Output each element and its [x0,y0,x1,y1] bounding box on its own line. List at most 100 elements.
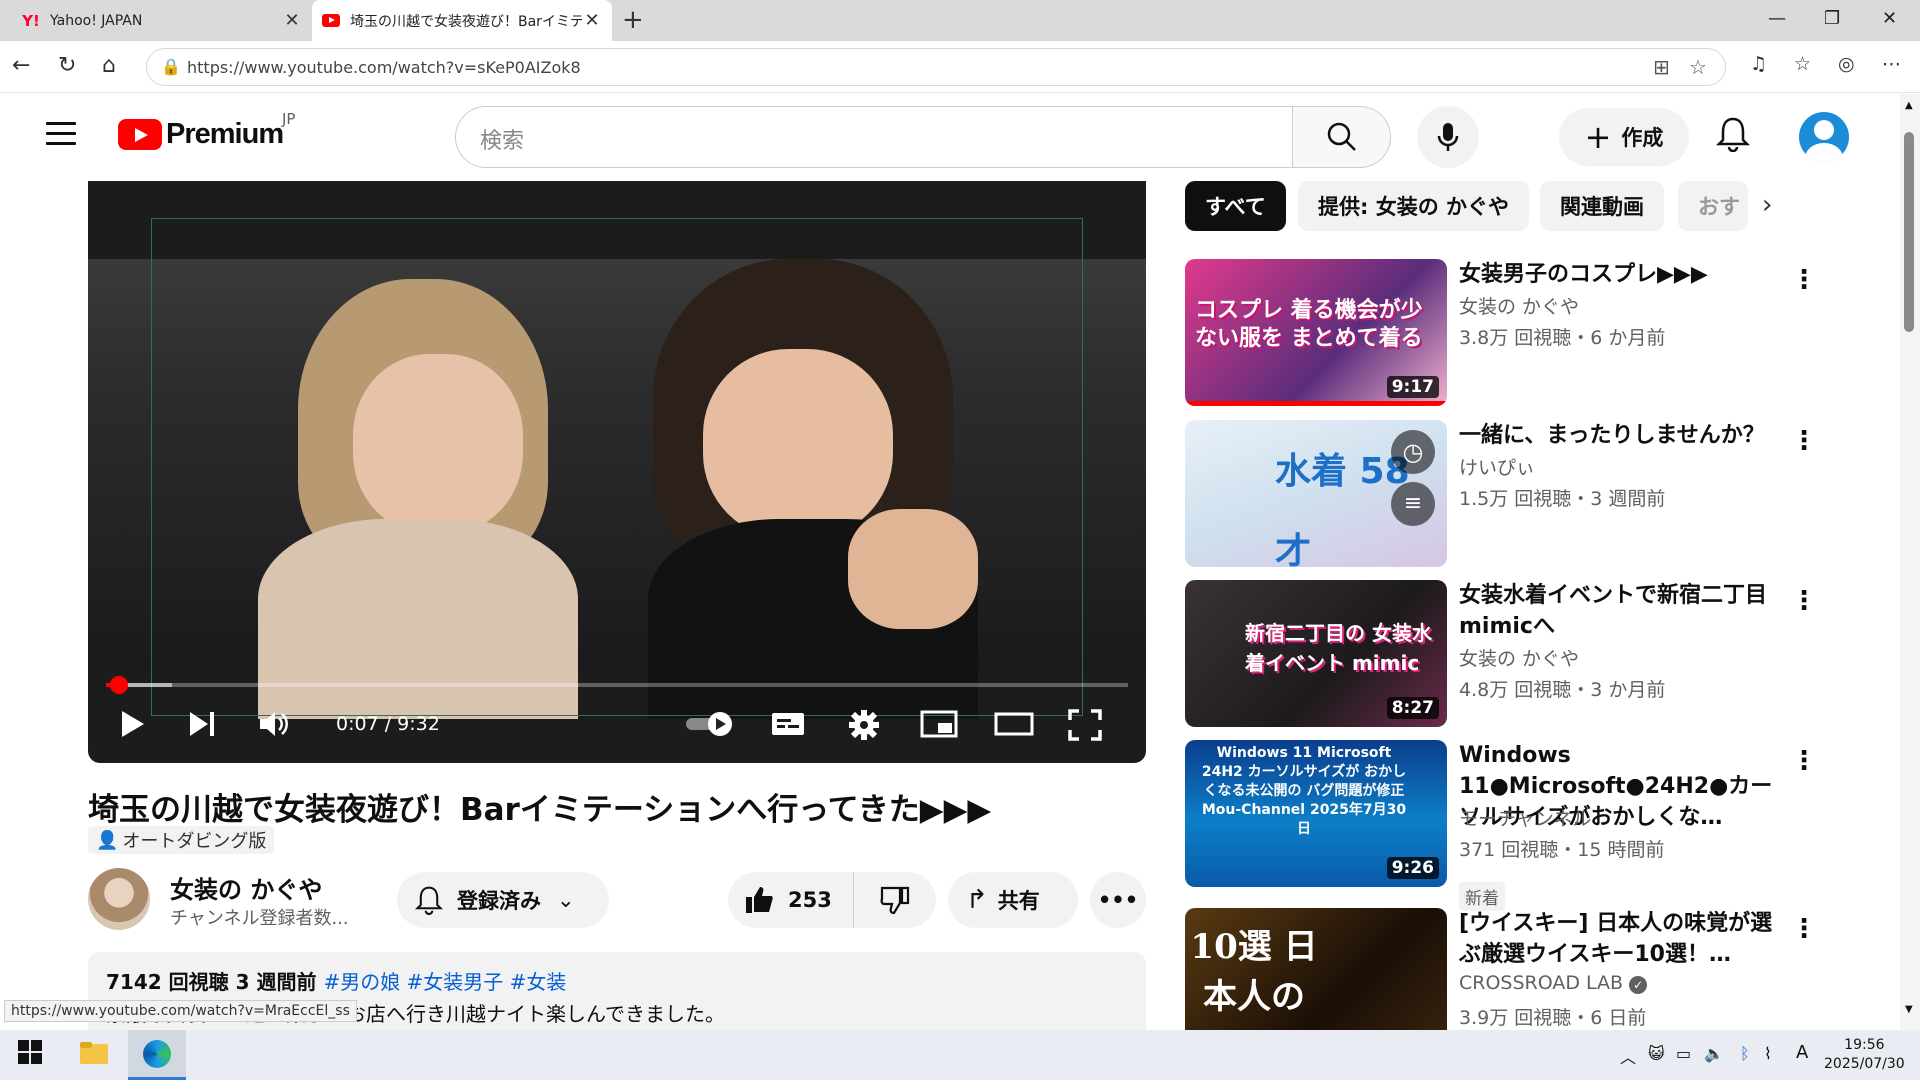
menu-icon[interactable] [46,122,76,145]
related-title[interactable]: 女装男子のコスプレ▶▶▶ [1459,259,1789,290]
search-input[interactable]: 検索 [455,106,1293,168]
miniplayer-button[interactable] [920,709,958,739]
subscribed-button[interactable]: 登録済み ⌄ [397,872,609,928]
more-vertical-icon[interactable]: ⋮ [1791,746,1817,776]
scroll-down-icon[interactable]: ▼ [1905,1004,1913,1015]
channel-avatar[interactable] [88,868,150,930]
like-button[interactable]: 253 [728,872,854,928]
chip-related[interactable]: 関連動画 [1540,181,1664,231]
close-tab-icon[interactable]: ✕ [282,10,302,31]
hashtags[interactable]: #男の娘 #女装男子 #女装 [323,970,566,994]
show-hidden-icons-icon[interactable]: ︿ [1620,1044,1636,1068]
url-text[interactable]: https://www.youtube.com/watch?v=sKeP0AIZ… [187,58,581,77]
battery-icon[interactable]: ▭ [1676,1044,1691,1063]
progress-bar[interactable] [106,676,1128,694]
related-channel[interactable]: 女装の かぐや [1459,644,1579,671]
minimize-icon[interactable]: — [1768,8,1786,29]
play-button[interactable] [118,709,146,739]
close-tab-icon[interactable]: ✕ [582,10,602,31]
network-icon[interactable]: ⌇ [1764,1044,1772,1063]
subscriber-count: チャンネル登録者数... [170,908,349,929]
speaker-icon[interactable]: 🔈 [1704,1044,1724,1063]
refresh-icon[interactable]: ↻ [58,53,76,78]
related-meta: 1.5万 回視聴・3 週間前 [1459,488,1666,510]
close-window-icon[interactable]: ✕ [1882,8,1897,29]
like-dislike-group: 253 [728,872,936,928]
related-channel[interactable]: 女装の かぐや [1459,292,1579,319]
scrollbar-thumb[interactable] [1904,132,1914,332]
ime-indicator[interactable]: A [1796,1042,1808,1063]
more-vertical-icon[interactable]: ⋮ [1791,265,1817,295]
related-video-item[interactable]: 10選 日本人の [ウイスキー] 日本人の味覚が選ぶ厳選ウイスキー10選！… C… [1185,908,1885,1030]
chevron-right-icon[interactable]: › [1762,190,1772,220]
related-title[interactable]: 一緒に、まったりしませんか？ [1459,420,1789,451]
youtube-premium-logo[interactable]: Premium JP [118,110,295,151]
more-vertical-icon[interactable]: ⋮ [1791,586,1817,616]
url-bar[interactable]: 🔒 https://www.youtube.com/watch?v=sKeP0A… [146,48,1726,86]
tray-app-icon[interactable]: 😺 [1648,1044,1665,1063]
scroll-up-icon[interactable]: ▲ [1905,100,1913,111]
home-icon[interactable]: ⌂ [102,53,116,78]
favorites-icon[interactable]: ☆ [1794,53,1811,75]
copilot-icon[interactable]: ◎ [1838,53,1855,75]
clock[interactable]: 19:56 2025/07/30 [1824,1036,1905,1074]
create-button[interactable]: + 作成 [1559,108,1689,166]
back-icon[interactable]: ← [12,53,30,78]
like-count: 253 [788,888,832,912]
more-actions-button[interactable]: ••• [1090,872,1146,928]
scrubber-knob[interactable] [110,676,128,694]
related-thumbnail[interactable]: 10選 日本人の [1185,908,1447,1030]
subtitles-button[interactable] [770,709,806,739]
file-explorer-icon[interactable] [80,1040,108,1070]
dislike-button[interactable] [854,872,936,928]
channel-name[interactable]: 女装の かぐや [170,870,322,905]
auto-dubbing-badge[interactable]: 👤 オートダビング版 [88,826,275,854]
related-video-item[interactable]: Windows 11 Microsoft 24H2 カーソルサイズが おかしくな… [1185,740,1885,911]
related-channel[interactable]: CROSSROAD LAB ✓ [1459,972,1648,994]
related-title[interactable]: 女装水着イベントで新宿二丁目mimicへ [1459,580,1789,642]
autoplay-toggle[interactable] [684,709,738,739]
search-button[interactable] [1293,106,1391,168]
lock-icon[interactable]: 🔒 [161,57,181,76]
related-thumbnail[interactable]: コスプレ 着る機会が少ない服を まとめて着る 9:17 [1185,259,1447,406]
related-video-item[interactable]: 水着 58才 ◷ ≡ 一緒に、まったりしませんか？ けいぴぃ 1.5万 回視聴・… [1185,420,1885,570]
read-aloud-icon[interactable]: ♫ [1750,53,1767,75]
related-thumbnail[interactable]: 新宿二丁目の 女装水着イベント mimic 8:27 [1185,580,1447,727]
related-title[interactable]: [ウイスキー] 日本人の味覚が選ぶ厳選ウイスキー10選！… [1459,908,1789,970]
restore-icon[interactable]: ❐ [1824,8,1840,29]
voice-search-button[interactable] [1417,106,1479,168]
tab-youtube-active[interactable]: 埼玉の川越で女装夜遊び！Barイミテ ✕ [312,0,612,41]
more-vertical-icon[interactable]: ⋮ [1791,426,1817,456]
add-to-queue-icon[interactable]: ≡ [1391,482,1435,526]
more-menu-icon[interactable]: ⋯ [1882,53,1901,75]
chip-all[interactable]: すべて [1185,181,1286,231]
watch-later-icon[interactable]: ◷ [1391,430,1435,474]
new-tab-icon[interactable]: + [622,5,644,35]
theater-mode-button[interactable] [994,709,1034,739]
fullscreen-button[interactable] [1068,709,1102,741]
related-thumbnail[interactable]: 水着 58才 ◷ ≡ [1185,420,1447,567]
settings-button[interactable] [848,709,880,741]
page-scrollbar[interactable]: ▲ ▼ [1900,94,1920,1030]
video-player[interactable]: 0:07 / 9:32 [88,181,1146,763]
tab-yahoo[interactable]: Y! Yahoo! JAPAN ✕ [0,0,312,41]
volume-button[interactable] [258,709,290,739]
related-video-item[interactable]: 新宿二丁目の 女装水着イベント mimic 8:27 女装水着イベントで新宿二丁… [1185,580,1885,730]
related-channel[interactable]: モーチャンネル [1459,804,1591,831]
bluetooth-icon[interactable]: ᛒ [1740,1044,1750,1063]
favorite-star-icon[interactable]: ☆ [1689,55,1707,79]
more-vertical-icon[interactable]: ⋮ [1791,914,1817,944]
edge-taskbar-button[interactable] [128,1030,186,1080]
related-video-item[interactable]: コスプレ 着る機会が少ない服を まとめて着る 9:17 女装男子のコスプレ▶▶▶… [1185,259,1885,409]
related-thumbnail[interactable]: Windows 11 Microsoft 24H2 カーソルサイズが おかしくな… [1185,740,1447,887]
app-available-icon[interactable]: ⊞ [1653,55,1670,79]
related-channel[interactable]: けいぴぃ [1459,453,1535,480]
share-button[interactable]: ↱ 共有 [948,872,1078,928]
next-button[interactable] [188,709,216,739]
chip-from-channel[interactable]: 提供: 女装の かぐや [1298,181,1530,231]
chip-recommended[interactable]: おす [1678,181,1748,231]
miniplayer-icon [920,710,958,738]
account-avatar[interactable] [1799,112,1849,162]
notifications-button[interactable] [1715,116,1751,156]
windows-start-icon[interactable] [18,1040,42,1070]
